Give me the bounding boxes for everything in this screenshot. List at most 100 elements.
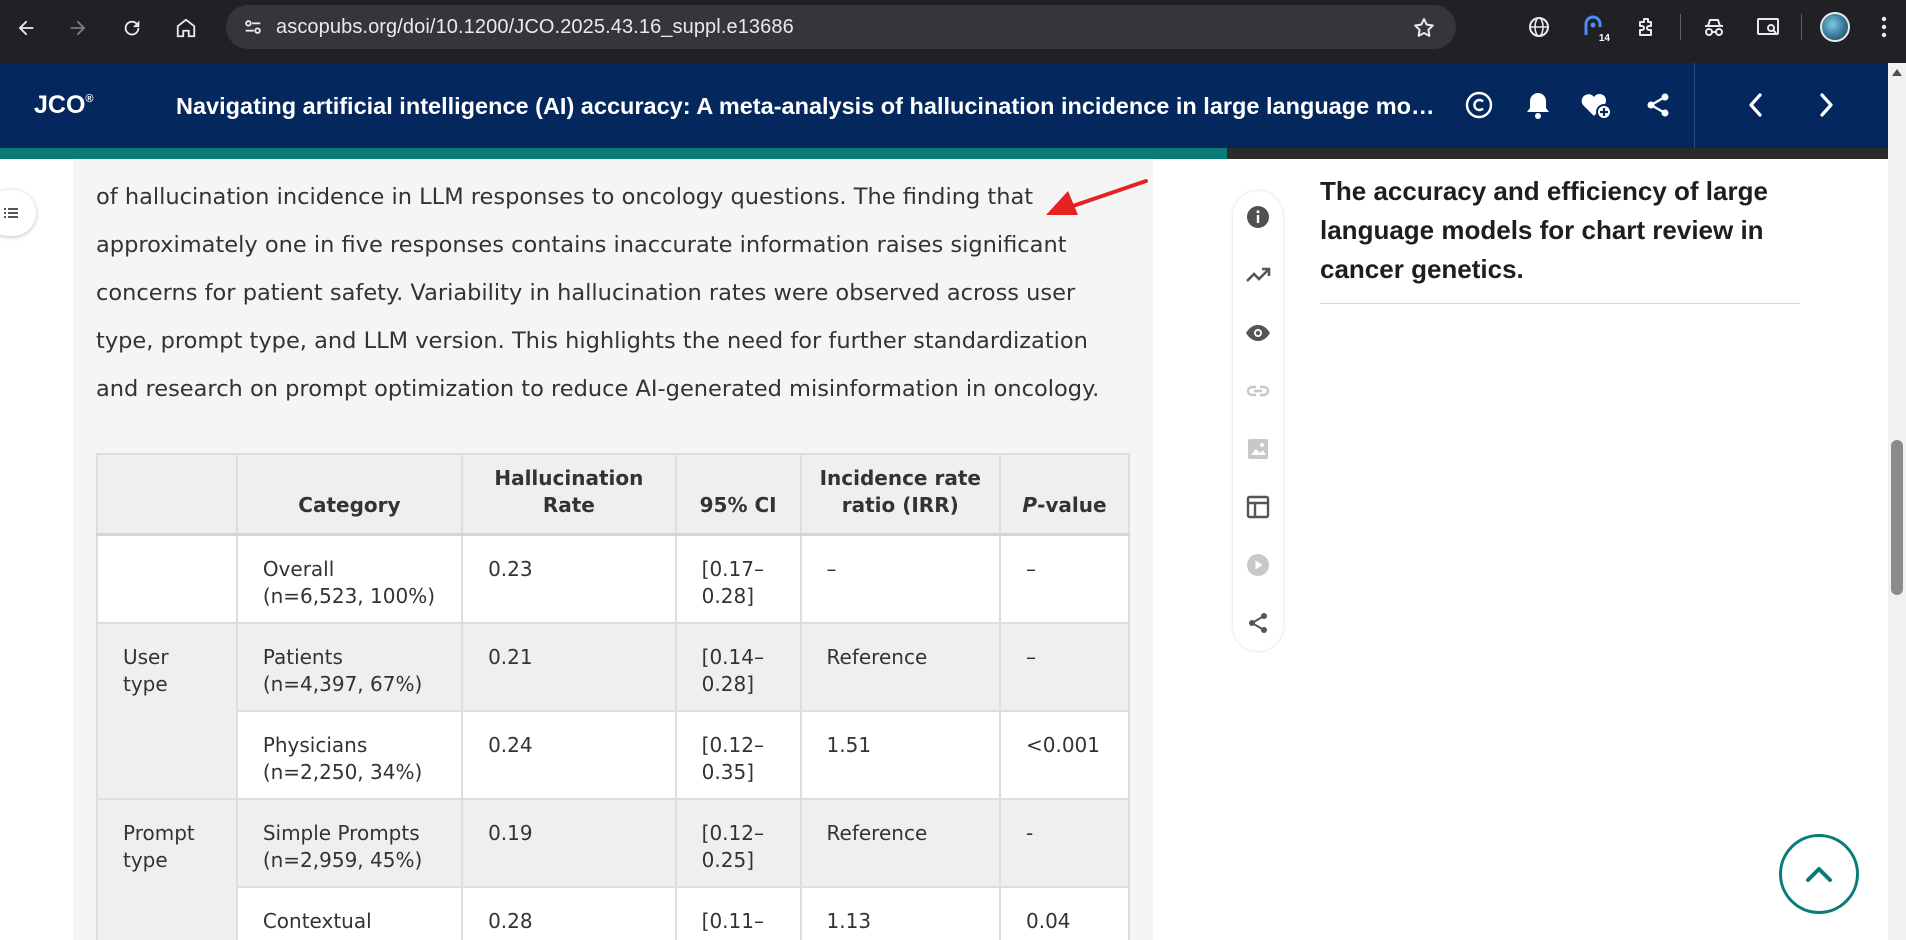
article-body: of hallucination incidence in LLM respon… [73, 159, 1153, 940]
page-scrollbar[interactable] [1888, 63, 1906, 940]
reading-progress-fill [0, 148, 1228, 159]
translate-globe-icon[interactable] [1512, 0, 1566, 54]
related-article-link[interactable]: The accuracy and efficiency of large lan… [1320, 172, 1800, 304]
trending-up-icon [1246, 267, 1271, 282]
table-row: User type Patients (n=4,397, 67%) 0.21 [… [96, 622, 1131, 800]
copyright-button[interactable] [1461, 87, 1497, 123]
eye-icon [1246, 325, 1270, 341]
favorite-button[interactable] [1578, 87, 1614, 123]
chevron-up-icon [1806, 867, 1832, 882]
header-p-value: P-value [998, 453, 1131, 536]
bookmark-star-icon[interactable] [1412, 16, 1436, 45]
share-button[interactable] [1640, 87, 1676, 123]
play-circle-icon [1247, 554, 1269, 576]
table-row: Physicians (n=2,250, 34%) 0.24 [0.12–0.3… [97, 710, 1131, 800]
incognito-icon[interactable] [1687, 0, 1741, 54]
row-rate: 0.21 [461, 622, 677, 712]
row-category: Patients (n=4,397, 67%) [235, 622, 464, 712]
row-rate: 0.19 [461, 798, 677, 888]
conclusion-paragraph: of hallucination incidence in LLM respon… [96, 184, 1100, 402]
site-settings-icon[interactable] [230, 16, 276, 38]
header-hallucination-rate: Hallucination Rate [461, 453, 677, 536]
list-icon [4, 208, 18, 218]
row-rate: 0.23 [461, 533, 677, 624]
copyright-icon [1465, 91, 1493, 119]
alerts-button[interactable] [1520, 87, 1556, 123]
row-ci: [0.17–0.28] [674, 533, 802, 624]
journal-logo[interactable]: JCO® [34, 91, 94, 120]
row-p: - [998, 798, 1131, 888]
row-p: – [998, 533, 1131, 624]
tab-search-icon[interactable] [1741, 0, 1795, 54]
extension-badge-count: 14 [1598, 33, 1610, 44]
address-bar[interactable]: ascopubs.org/doi/10.1200/JCO.2025.43.16_… [226, 5, 1456, 49]
row-category: Overall (n=6,523, 100%) [235, 533, 464, 624]
row-group: Prompt type [96, 798, 238, 940]
header-irr: Incidence rate ratio (IRR) [799, 453, 1001, 536]
extensions-puzzle-icon[interactable] [1620, 0, 1674, 54]
reload-icon [124, 20, 140, 36]
row-category: Contextual [235, 886, 464, 940]
arrow-right-icon [70, 20, 86, 36]
home-button[interactable] [160, 2, 212, 54]
kebab-menu-icon [1881, 16, 1887, 38]
link-button[interactable] [1245, 378, 1271, 404]
home-icon [176, 18, 196, 38]
registered-mark: ® [85, 93, 94, 105]
row-group [96, 533, 238, 624]
image-icon [1248, 439, 1268, 459]
media-button[interactable] [1245, 552, 1271, 578]
row-irr: 1.13 [799, 886, 1001, 940]
row-ci: [0.12–0.25] [674, 798, 802, 888]
metrics-button[interactable] [1245, 262, 1271, 288]
back-button[interactable] [0, 2, 52, 54]
extension-badge-icon[interactable]: 14 [1566, 0, 1620, 54]
table-row: Overall (n=6,523, 100%) 0.23 [0.17–0.28]… [96, 533, 1131, 624]
row-ci: [0.12–0.35] [674, 710, 802, 800]
reload-button[interactable] [106, 2, 158, 54]
row-category: Physicians (n=2,250, 34%) [235, 710, 464, 800]
previous-article-button[interactable] [1738, 87, 1774, 123]
row-category: Simple Prompts (n=2,959, 45%) [235, 798, 464, 888]
forward-button[interactable] [52, 2, 104, 54]
table-row: Prompt type Simple Prompts (n=2,959, 45%… [96, 798, 1131, 940]
bell-icon [1527, 93, 1549, 119]
header-p-rest: -value [1037, 493, 1107, 517]
table-header-row: Category Hallucination Rate 95% CI Incid… [96, 453, 1131, 536]
figures-button[interactable] [1245, 436, 1271, 462]
article-tools-rail [1233, 191, 1283, 651]
profile-avatar[interactable] [1808, 0, 1862, 54]
header-p-italic: P [1022, 493, 1038, 517]
view-button[interactable] [1245, 320, 1271, 346]
scrollbar-thumb[interactable] [1891, 440, 1903, 595]
row-irr: Reference [799, 622, 1001, 712]
toolbar-separator [1680, 14, 1681, 40]
table-row: Contextual 0.28 [0.11– 1.13 0.04 [97, 886, 1131, 940]
menu-button[interactable] [1862, 0, 1906, 54]
table-of-contents-toggle[interactable] [0, 190, 36, 236]
arrow-left-icon [18, 20, 34, 36]
info-icon [1247, 206, 1269, 228]
row-ci: [0.14–0.28] [674, 622, 802, 712]
row-p: <0.001 [998, 710, 1131, 800]
row-irr: Reference [799, 798, 1001, 888]
article-title: Navigating artificial intelligence (AI) … [176, 93, 1444, 119]
back-to-top-button[interactable] [1779, 834, 1859, 914]
row-irr: – [799, 533, 1001, 624]
results-table: Category Hallucination Rate 95% CI Incid… [96, 453, 1131, 940]
share-icon [1647, 93, 1669, 117]
rail-share-button[interactable] [1245, 610, 1271, 636]
annotation-arrow-icon [1046, 179, 1148, 215]
header-ci: 95% CI [674, 453, 802, 536]
tables-button[interactable] [1245, 494, 1271, 520]
row-p: 0.04 [998, 886, 1131, 940]
row-p: – [998, 622, 1131, 712]
next-article-button[interactable] [1808, 87, 1844, 123]
header-category: Category [235, 453, 464, 536]
row-ci: [0.11– [674, 886, 802, 940]
scroll-up-arrow-icon[interactable] [1892, 69, 1902, 76]
journal-logo-text: JCO [34, 91, 86, 119]
link-icon [1246, 385, 1270, 397]
table-icon [1246, 495, 1270, 519]
info-button[interactable] [1245, 204, 1271, 230]
